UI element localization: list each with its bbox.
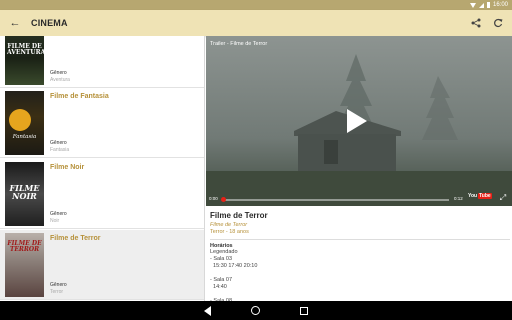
time-total: 0:12 bbox=[454, 196, 463, 201]
battery-icon bbox=[486, 2, 490, 8]
divider bbox=[210, 239, 510, 240]
nav-recents-button[interactable] bbox=[300, 306, 308, 315]
schedule-line: Legendado bbox=[210, 249, 238, 255]
detail-title: Filme de Terror bbox=[210, 211, 268, 220]
status-time: 16:00 bbox=[492, 2, 508, 8]
schedule-line: - Sala 03 bbox=[210, 256, 233, 262]
poster-title: FILME DE AVENTURA bbox=[7, 43, 44, 56]
poster-image: Fantasia bbox=[5, 91, 44, 155]
genre-label: Gênero bbox=[50, 140, 67, 146]
genre-value: Terror bbox=[50, 289, 64, 295]
schedule-line bbox=[210, 291, 508, 298]
schedule-line bbox=[210, 270, 508, 277]
genre-value: Fantasia bbox=[50, 147, 70, 153]
video-player[interactable]: Trailer - Filme de Terror 0:00 0:12 You T… bbox=[206, 36, 512, 206]
genre-label: Gênero bbox=[50, 211, 67, 217]
system-nav-bar bbox=[0, 301, 512, 320]
poster-image: FILME DE AVENTURA bbox=[5, 36, 44, 85]
schedule-line: 15:30 17:40 20:10 bbox=[210, 263, 258, 269]
share-button[interactable] bbox=[468, 15, 484, 31]
movie-list: FILME DE AVENTURA Gênero Aventura Fantas… bbox=[0, 36, 205, 301]
schedule-list: Legendado - Sala 03 15:30 17:40 20:10 - S… bbox=[210, 249, 508, 301]
genre-label: Gênero bbox=[50, 282, 67, 288]
youtube-logo-you: You bbox=[468, 193, 478, 199]
progress-bar[interactable] bbox=[221, 197, 449, 202]
nav-back-button[interactable] bbox=[204, 305, 211, 316]
refresh-icon bbox=[494, 18, 503, 28]
poster-title: Fantasia bbox=[12, 134, 37, 140]
time-current: 0:00 bbox=[209, 196, 218, 201]
app-bar: ← CINEMA bbox=[0, 10, 512, 36]
youtube-logo-tube: Tube bbox=[478, 193, 492, 199]
genre-label: Gênero bbox=[50, 70, 67, 76]
movie-detail: Filme de Terror Filme de Terror Terror -… bbox=[206, 206, 512, 301]
genre-value: Noir bbox=[50, 218, 60, 224]
item-title: Filme Noir bbox=[50, 164, 85, 171]
arrow-back-icon: ← bbox=[9, 17, 21, 29]
poster-image: FILME DE TERROR bbox=[5, 233, 44, 297]
share-icon bbox=[471, 18, 481, 28]
youtube-logo[interactable]: You Tube bbox=[468, 193, 492, 199]
list-item[interactable]: Fantasia Filme de Fantasia Gênero Fantas… bbox=[0, 88, 204, 158]
list-item[interactable]: FILME DE AVENTURA Gênero Aventura bbox=[0, 36, 204, 88]
poster-image: FILME NOIR bbox=[5, 162, 44, 226]
schedule-line: 14:40 bbox=[210, 284, 227, 290]
progress-knob[interactable] bbox=[221, 197, 226, 202]
list-item[interactable]: FILME NOIR Filme Noir Gênero Noir bbox=[0, 159, 204, 229]
fullscreen-button[interactable]: ⤢ bbox=[498, 193, 508, 203]
app-bar-actions bbox=[468, 15, 512, 31]
back-button[interactable]: ← bbox=[3, 10, 27, 36]
status-bar: 16:00 bbox=[0, 0, 512, 10]
moon-shape bbox=[9, 109, 31, 131]
refresh-button[interactable] bbox=[490, 15, 506, 31]
item-title: Filme de Fantasia bbox=[50, 93, 109, 100]
detail-meta: Terror - 18 anos bbox=[210, 229, 249, 235]
schedule-line: - Sala 07 bbox=[210, 277, 233, 283]
signal-icon bbox=[478, 2, 484, 8]
video-title: Trailer - Filme de Terror bbox=[210, 41, 268, 47]
genre-value: Aventura bbox=[50, 77, 70, 83]
poster-title: FILME NOIR bbox=[9, 183, 40, 201]
item-title: Filme de Terror bbox=[50, 235, 101, 242]
poster-title: FILME DE TERROR bbox=[7, 240, 42, 253]
app-title: CINEMA bbox=[31, 18, 68, 28]
wifi-icon bbox=[469, 2, 476, 8]
play-button[interactable] bbox=[347, 109, 367, 133]
list-item[interactable]: FILME DE TERROR Filme de Terror Gênero T… bbox=[0, 230, 204, 300]
nav-home-button[interactable] bbox=[251, 306, 260, 315]
fullscreen-icon: ⤢ bbox=[499, 193, 507, 202]
detail-subtitle: Filme de Terror bbox=[210, 222, 248, 228]
